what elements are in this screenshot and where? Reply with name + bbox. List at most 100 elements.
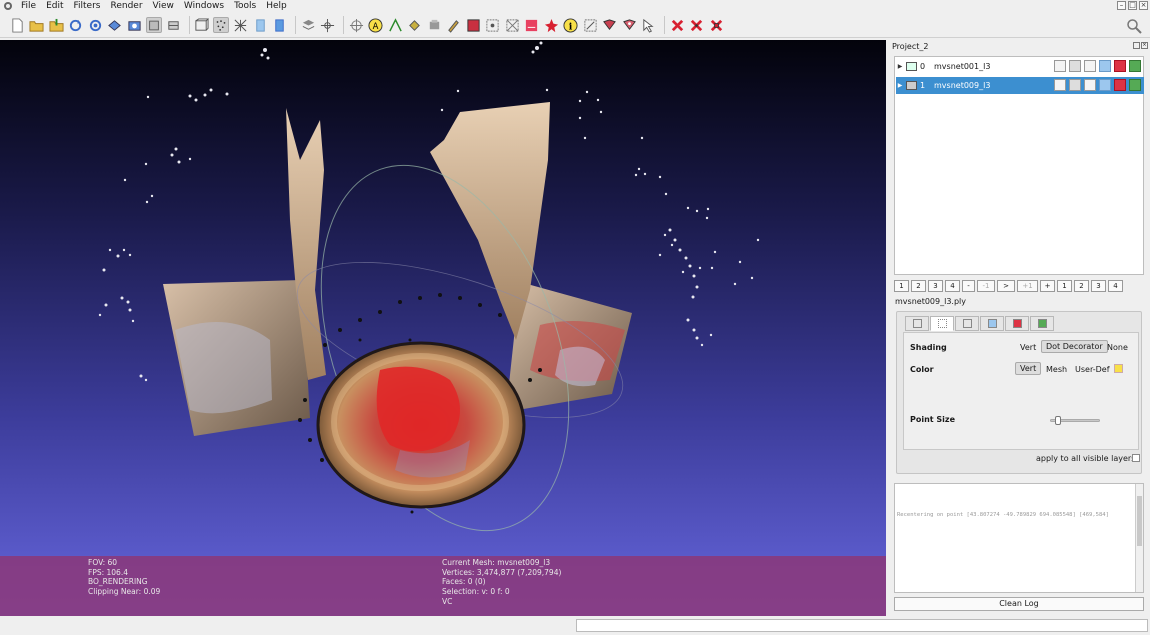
apply-all-checkbox[interactable] bbox=[1132, 454, 1140, 462]
points-mode-icon[interactable] bbox=[1069, 60, 1081, 72]
view-3-button[interactable]: 3 bbox=[928, 280, 943, 292]
visibility-eye-icon[interactable] bbox=[906, 62, 917, 71]
align-icon[interactable] bbox=[320, 17, 336, 33]
raster-align-icon[interactable] bbox=[543, 17, 559, 33]
cursor-select-icon[interactable] bbox=[641, 17, 657, 33]
wireframe-icon[interactable] bbox=[194, 17, 210, 33]
tab-points[interactable] bbox=[930, 316, 954, 331]
smooth-icon[interactable] bbox=[272, 17, 288, 33]
flat-mode-icon[interactable] bbox=[1099, 60, 1111, 72]
menu-filters[interactable]: Filters bbox=[69, 0, 106, 12]
select-vertices-icon[interactable] bbox=[485, 17, 501, 33]
view-2-button[interactable]: 2 bbox=[911, 280, 926, 292]
log-scrollbar-thumb[interactable] bbox=[1137, 496, 1142, 546]
delete-vertices-icon[interactable] bbox=[689, 17, 705, 33]
brush-icon[interactable] bbox=[446, 17, 462, 33]
tab-flat[interactable] bbox=[980, 316, 1004, 331]
select-connected-icon[interactable] bbox=[504, 17, 520, 33]
plus-button[interactable]: + bbox=[1040, 280, 1055, 292]
menu-windows[interactable]: Windows bbox=[179, 0, 229, 12]
restore-icon[interactable]: □ bbox=[1128, 1, 1137, 10]
snap-1-button[interactable]: 1 bbox=[1057, 280, 1072, 292]
import-mesh-icon[interactable] bbox=[48, 17, 64, 33]
texture-mode-icon[interactable] bbox=[1114, 60, 1126, 72]
shading-vert-option[interactable]: Vert bbox=[1020, 343, 1036, 352]
menu-tools[interactable]: Tools bbox=[229, 0, 261, 12]
menu-edit[interactable]: Edit bbox=[41, 0, 68, 12]
menu-file[interactable]: File bbox=[16, 0, 41, 12]
layers-icon[interactable] bbox=[300, 17, 316, 33]
bounding-box-icon[interactable] bbox=[145, 17, 162, 33]
wire-mode-icon[interactable] bbox=[1084, 60, 1096, 72]
shading-dot-decorator-option[interactable]: Dot Decorator bbox=[1041, 340, 1108, 353]
shading-none-option[interactable]: None bbox=[1107, 343, 1128, 352]
info-icon[interactable]: i bbox=[563, 17, 579, 33]
search-icon[interactable] bbox=[1126, 18, 1142, 34]
texture-icon[interactable] bbox=[252, 17, 268, 33]
snap-3-button[interactable]: 3 bbox=[1091, 280, 1106, 292]
decorator-mode-icon[interactable] bbox=[1129, 79, 1141, 91]
snapshot-icon[interactable] bbox=[126, 17, 142, 33]
decorator-mode-icon[interactable] bbox=[1129, 60, 1141, 72]
expand-arrow-icon[interactable]: ▶ bbox=[896, 63, 904, 70]
select-faces-icon[interactable] bbox=[465, 17, 481, 33]
snap-4-button[interactable]: 4 bbox=[1108, 280, 1123, 292]
layer-row-1[interactable]: ▶ 1 mvsnet009_l3 bbox=[896, 77, 1144, 94]
prev-layer-button[interactable]: -1 bbox=[977, 280, 995, 292]
point-size-slider-handle[interactable] bbox=[1055, 416, 1062, 425]
user-color-swatch[interactable] bbox=[1114, 364, 1123, 373]
visibility-eye-icon[interactable] bbox=[906, 81, 917, 90]
tab-decor[interactable] bbox=[1030, 316, 1054, 331]
close-icon[interactable]: × bbox=[1139, 1, 1148, 10]
tab-bbox[interactable] bbox=[905, 316, 929, 331]
layer-row-0[interactable]: ▶ 0 mvsnet001_l3 bbox=[896, 58, 1144, 75]
point-picker-icon[interactable] bbox=[621, 17, 637, 33]
reload-icon[interactable] bbox=[68, 17, 84, 33]
float-panel-icon[interactable] bbox=[1133, 42, 1140, 49]
export-mesh-icon[interactable] bbox=[107, 17, 123, 33]
3d-viewport[interactable]: FOV: 60 FPS: 106.4 BO_RENDERING Clipping… bbox=[0, 40, 886, 616]
open-project-icon[interactable] bbox=[29, 17, 45, 33]
georef-icon[interactable] bbox=[524, 17, 540, 33]
tab-texture[interactable] bbox=[1005, 316, 1029, 331]
texture-mode-icon[interactable] bbox=[1114, 79, 1126, 91]
meshlab-app-icon[interactable] bbox=[3, 1, 13, 11]
tab-wire[interactable] bbox=[955, 316, 979, 331]
next-layer-button[interactable]: > bbox=[997, 280, 1015, 292]
color-user-def-option[interactable]: User-Def bbox=[1075, 365, 1110, 374]
bbox-mode-icon[interactable] bbox=[1054, 79, 1066, 91]
delete-selection-icon[interactable] bbox=[708, 17, 724, 33]
clean-log-button[interactable]: Clean Log bbox=[894, 597, 1144, 611]
menu-help[interactable]: Help bbox=[261, 0, 292, 12]
new-project-icon[interactable] bbox=[9, 17, 25, 33]
color-mesh-option[interactable]: Mesh bbox=[1046, 365, 1067, 374]
expand-arrow-icon[interactable]: ▶ bbox=[896, 82, 904, 89]
minus-button[interactable]: - bbox=[962, 280, 975, 292]
menu-render[interactable]: Render bbox=[105, 0, 147, 12]
plus-one-button[interactable]: +1 bbox=[1017, 280, 1038, 292]
color-vert-option[interactable]: Vert bbox=[1015, 362, 1042, 375]
wire-mode-icon[interactable] bbox=[1084, 79, 1096, 91]
paint-bucket-icon[interactable] bbox=[407, 17, 423, 33]
menu-view[interactable]: View bbox=[148, 0, 179, 12]
measure-icon[interactable] bbox=[387, 17, 403, 33]
mesh-render-icon[interactable] bbox=[233, 17, 249, 33]
reload-all-icon[interactable] bbox=[87, 17, 103, 33]
crosshair-icon[interactable] bbox=[348, 17, 364, 33]
points-render-icon[interactable] bbox=[213, 17, 229, 33]
bbox-mode-icon[interactable] bbox=[1054, 60, 1066, 72]
snap-2-button[interactable]: 2 bbox=[1074, 280, 1089, 292]
manipulator-icon[interactable] bbox=[602, 17, 618, 33]
quality-icon[interactable] bbox=[426, 17, 442, 33]
view-1-button[interactable]: 1 bbox=[894, 280, 909, 292]
log-scrollbar[interactable] bbox=[1135, 484, 1143, 592]
flat-mode-icon[interactable] bbox=[1099, 79, 1111, 91]
points-mode-icon[interactable] bbox=[1069, 79, 1081, 91]
annotation-icon[interactable]: A bbox=[368, 17, 384, 33]
delete-faces-icon[interactable] bbox=[669, 17, 685, 33]
flat-lines-icon[interactable] bbox=[165, 17, 181, 33]
view-4-button[interactable]: 4 bbox=[945, 280, 960, 292]
pick-points-icon[interactable] bbox=[582, 17, 598, 33]
point-size-slider[interactable] bbox=[1050, 416, 1100, 425]
close-panel-icon[interactable]: × bbox=[1141, 42, 1148, 49]
